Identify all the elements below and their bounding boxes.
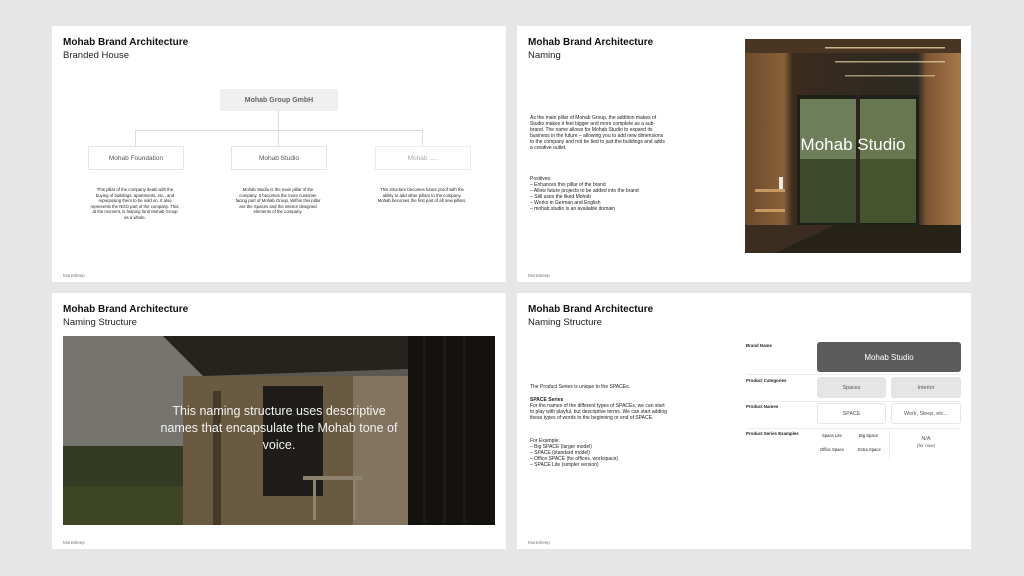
table-divider — [746, 401, 960, 402]
product-series-label: Product Series Examples — [746, 431, 799, 436]
footer-logo: MoreSleep — [63, 273, 85, 278]
slide-subtitle: Naming Structure — [528, 317, 602, 328]
future-description: This structure becomes future proof with… — [377, 187, 467, 204]
slide-naming-structure-table: Mohab Brand Architecture Naming Structur… — [517, 293, 971, 549]
series-na: N/A — [921, 436, 931, 442]
slide-title: Mohab Brand Architecture — [528, 304, 654, 315]
series-example: Big Space — [859, 433, 879, 438]
slide-subtitle: Branded House — [63, 50, 130, 61]
footer-logo: MoreSleep — [528, 540, 550, 545]
product-categories-label: Product Categories — [746, 378, 787, 383]
example-item: – SPACE Lite (simpler version) — [530, 462, 599, 468]
slide-naming-structure-photo: Mohab Brand Architecture Naming Structur… — [52, 293, 506, 549]
connector-left — [135, 130, 136, 146]
footer-logo: MoreSleep — [528, 273, 550, 278]
category-cell: Spaces — [817, 377, 886, 398]
positive-item: – mohab.studio is an available domain — [530, 206, 616, 212]
product-names-label: Product Names — [746, 404, 779, 409]
slide-naming: Mohab Brand Architecture Naming As the m… — [517, 26, 971, 282]
table-divider — [746, 428, 960, 429]
foundation-description: This pillar of the company deals with th… — [90, 187, 180, 220]
studio-image-label: Mohab Studio — [800, 135, 906, 154]
slide-title: Mohab Brand Architecture — [63, 304, 189, 315]
slide-subtitle: Naming — [528, 50, 561, 61]
connector-right — [422, 130, 423, 146]
connector-mid — [278, 130, 279, 146]
series-example: Space Lite — [822, 433, 842, 438]
cabin-exterior-photo: This naming structure uses descriptive n… — [63, 336, 495, 525]
product-name-cell: Work, Sleep, etc... — [891, 403, 961, 424]
footer-logo: MoreSleep — [63, 540, 85, 545]
naming-statement: This naming structure uses descriptive n… — [160, 404, 398, 452]
series-example: Office Space — [820, 447, 844, 452]
slide-title: Mohab Brand Architecture — [528, 37, 654, 48]
series-body: For the names of the different types of … — [530, 403, 667, 421]
table-divider — [746, 374, 960, 375]
brand-name-label: Brand Name — [746, 343, 772, 348]
category-cell: Interior — [891, 377, 961, 398]
connector-vertical-root — [278, 111, 279, 130]
product-name-cell: SPACE — [817, 403, 886, 424]
brand-name-cell: Mohab Studio — [817, 342, 961, 372]
org-child-foundation: Mohab Foundation — [88, 146, 184, 170]
naming-body: As the main pillar of Mohab Group, the a… — [530, 115, 665, 151]
series-na-note: (for now) — [916, 443, 936, 448]
series-intro: The Product Series is unique to the SPAC… — [530, 384, 630, 390]
series-example: Extra Space — [858, 447, 881, 452]
org-root-box: Mohab Group GmbH — [220, 89, 338, 111]
org-child-studio: Mohab Studio — [231, 146, 327, 170]
studio-interior-photo: Mohab Studio — [745, 39, 961, 253]
slide-subtitle: Naming Structure — [63, 317, 137, 328]
slide-branded-house: Mohab Brand Architecture Branded House M… — [52, 26, 506, 282]
studio-description: Mohab Studio is the main pillar of the c… — [235, 187, 321, 215]
org-child-future: Mohab ..... — [375, 146, 471, 170]
series-divider — [889, 430, 890, 460]
slide-title: Mohab Brand Architecture — [63, 37, 189, 48]
